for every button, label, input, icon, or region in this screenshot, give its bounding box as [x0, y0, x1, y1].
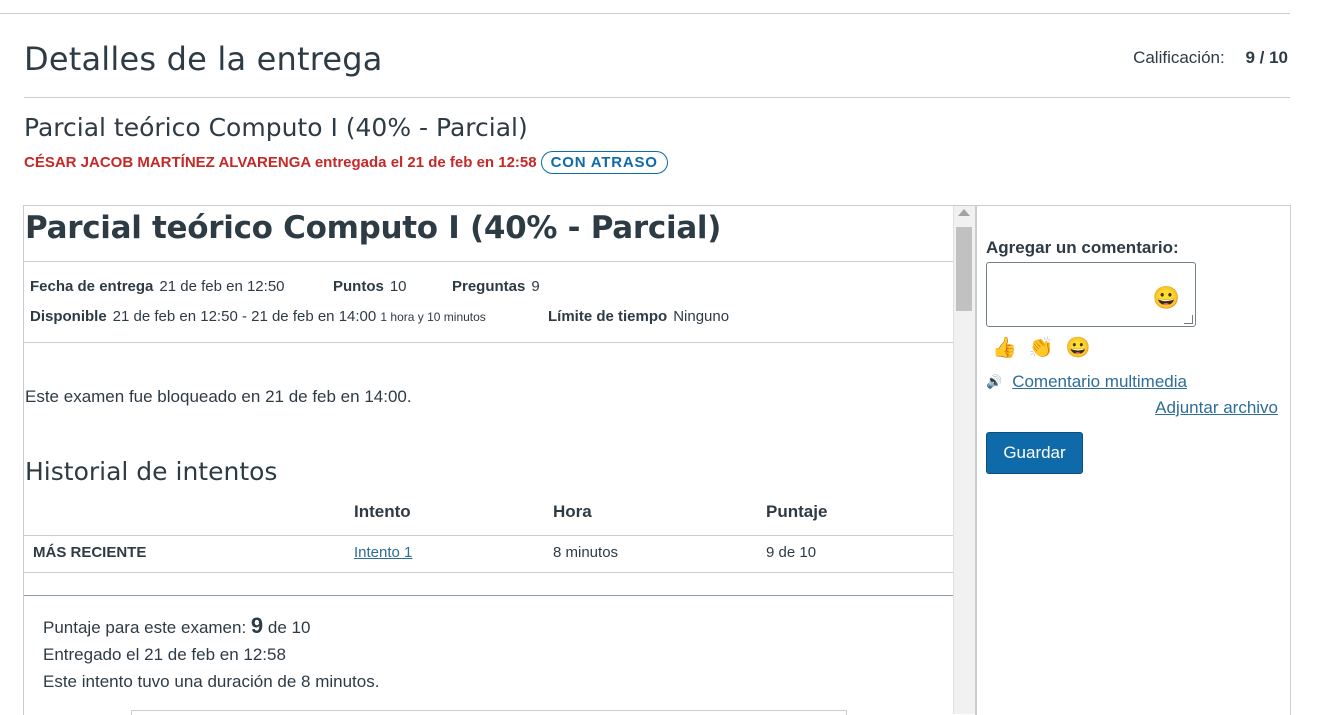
points: Puntos 10 [333, 278, 407, 295]
attach-file-link[interactable]: Adjuntar archivo [1155, 398, 1278, 417]
table-row-divider [24, 572, 954, 573]
comment-input[interactable]: 😀 [986, 262, 1196, 327]
attempt-duration: Este intento tuvo una duración de 8 minu… [43, 672, 380, 691]
question-box [131, 710, 847, 715]
column-header: Hora [553, 502, 592, 521]
frame-scrollbar[interactable] [953, 206, 975, 714]
emoji-picker-icon[interactable]: 😀 [1153, 285, 1180, 311]
submitter-line: CÉSAR JACOB MARTÍNEZ ALVARENGA entregada… [24, 154, 537, 171]
quiz-frame: Parcial teórico Computo I (40% - Parcial… [23, 205, 977, 715]
score-prefix: Puntaje para este examen: [43, 618, 247, 637]
clap-icon[interactable]: 👏 [1029, 335, 1054, 360]
submitted-date: Entregado el 21 de feb en 12:58 [43, 645, 286, 664]
quiz-divider [24, 261, 954, 262]
speaker-icon: 🔊 [986, 374, 1003, 389]
due-label: Fecha de entrega [30, 278, 154, 295]
history-title: Historial de intentos [25, 457, 278, 486]
grade-value: 9 / 10 [1245, 48, 1288, 67]
quiz-divider [24, 342, 954, 343]
grade-label: Calificación: [1133, 48, 1225, 67]
resize-handle-icon[interactable] [1184, 315, 1193, 324]
scroll-thumb[interactable] [956, 227, 972, 311]
top-divider [0, 13, 1290, 14]
available-label: Disponible [30, 308, 107, 325]
questions: Preguntas 9 [452, 278, 540, 295]
scroll-up-arrow-icon[interactable] [958, 209, 970, 216]
media-comment-link[interactable]: Comentario multimedia [1012, 372, 1187, 392]
quick-emoji-bar: 👍 👏 😀 [992, 335, 1091, 360]
questions-value: 9 [531, 278, 540, 295]
comment-sidebar: Agregar un comentario: 😀 👍 👏 😀 🔊 Comenta… [975, 205, 1291, 715]
availability: Disponible 21 de feb en 12:50 - 21 de feb… [30, 308, 486, 325]
table-header-divider [24, 535, 954, 536]
due-date: Fecha de entrega 21 de feb en 12:50 [30, 278, 285, 295]
media-comment: 🔊 Comentario multimedia [986, 372, 1187, 392]
available-duration: 1 hora y 10 minutos [380, 310, 486, 324]
late-badge: CON ATRASO [540, 151, 668, 174]
submission-info: CÉSAR JACOB MARTÍNEZ ALVARENGA entregada… [24, 151, 668, 174]
time-limit-value: Ninguno [673, 308, 730, 325]
attempt-time: 8 minutos [553, 544, 619, 561]
score-suffix: de 10 [267, 618, 311, 637]
score-value: 9 [250, 613, 264, 638]
save-button[interactable]: Guardar [986, 432, 1083, 474]
thumbs-up-icon[interactable]: 👍 [992, 335, 1017, 360]
score-line: Puntaje para este examen: 9 de 10 [43, 613, 310, 639]
available-value: 21 de feb en 12:50 - 21 de feb en 14:00 [112, 308, 377, 325]
locked-notice: Este examen fue bloqueado en 21 de feb e… [25, 387, 412, 406]
column-header: Intento [354, 502, 411, 521]
time-limit-label: Límite de tiempo [548, 308, 668, 325]
header-divider [24, 97, 1290, 98]
grade-display: Calificación: 9 / 10 [1133, 48, 1288, 68]
time-limit: Límite de tiempo Ninguno [548, 308, 729, 325]
attach-file: Adjuntar archivo [1155, 398, 1278, 418]
page-title: Detalles de la entrega [24, 40, 383, 78]
attempt-link[interactable]: Intento 1 [354, 544, 412, 561]
smile-icon[interactable]: 😀 [1066, 335, 1091, 360]
row-label: MÁS RECIENTE [33, 544, 147, 561]
attempt-score: 9 de 10 [766, 544, 817, 561]
column-header: Puntaje [766, 502, 828, 521]
quiz-title: Parcial teórico Computo I (40% - Parcial… [25, 210, 722, 246]
due-value: 21 de feb en 12:50 [159, 278, 285, 295]
points-value: 10 [389, 278, 407, 295]
score-summary: Puntaje para este examen: 9 de 10 Entreg… [24, 595, 954, 715]
questions-label: Preguntas [452, 278, 526, 295]
comment-label: Agregar un comentario: [986, 238, 1179, 257]
points-label: Puntos [333, 278, 384, 295]
assignment-title: Parcial teórico Computo I (40% - Parcial… [24, 113, 528, 142]
